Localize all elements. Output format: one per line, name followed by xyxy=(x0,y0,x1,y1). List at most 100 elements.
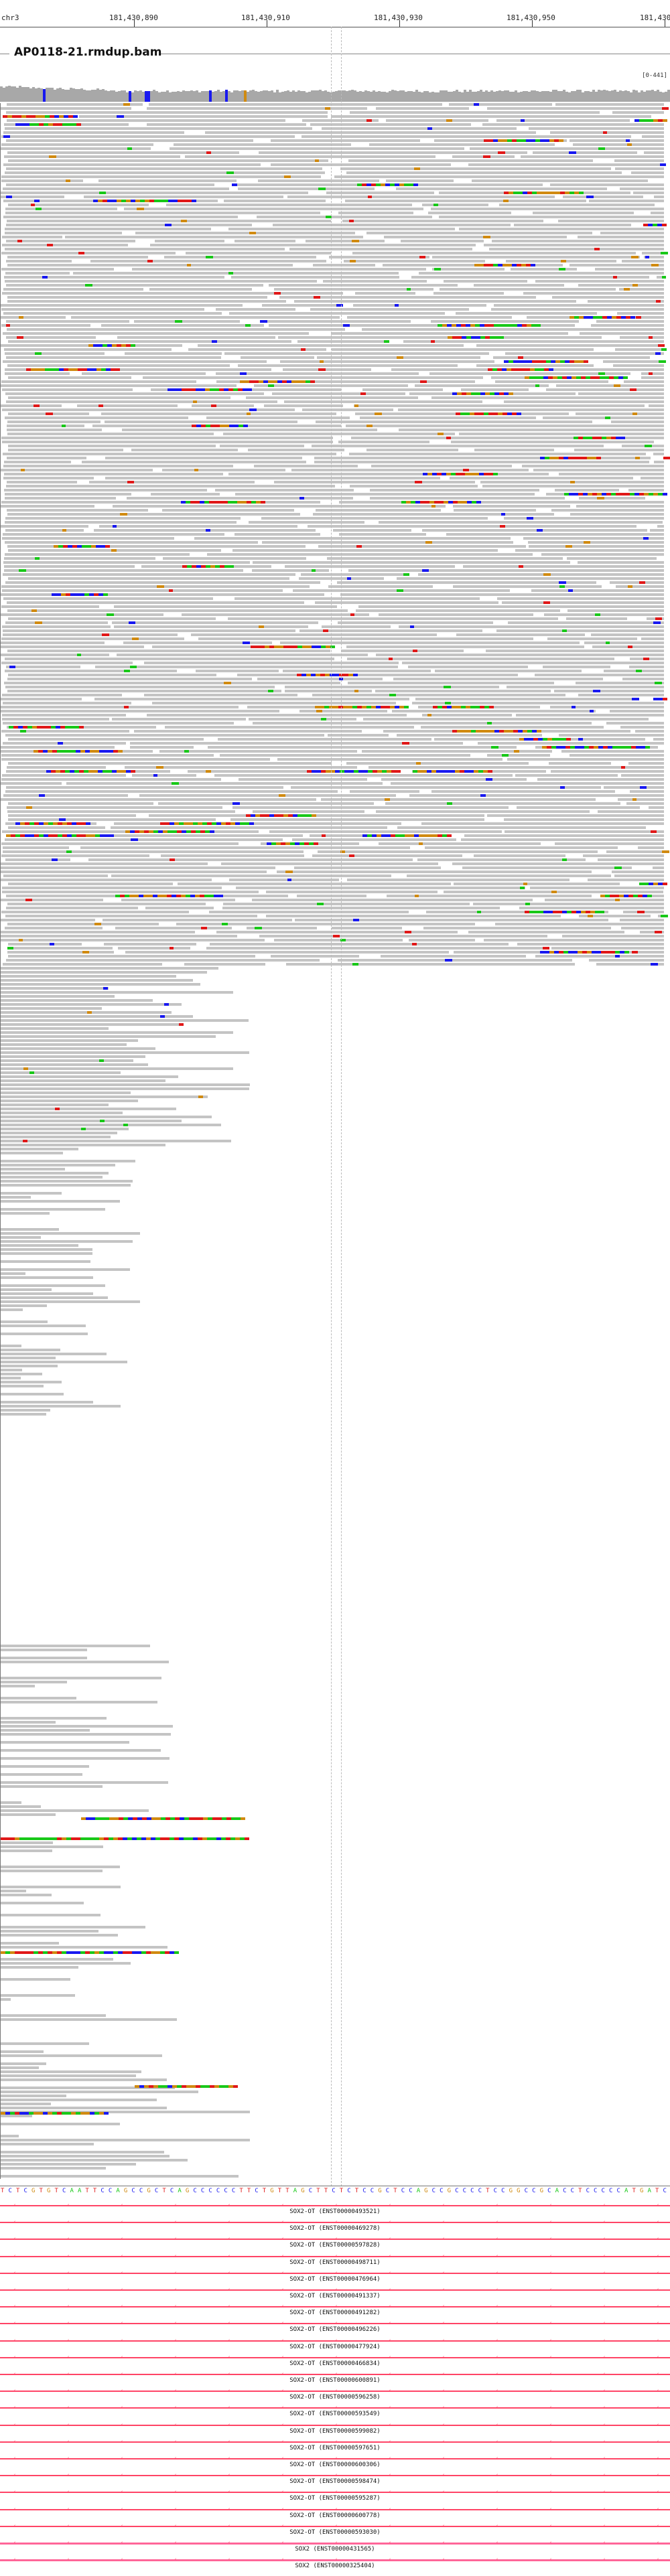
aligned-read[interactable] xyxy=(220,754,470,757)
aligned-read[interactable] xyxy=(5,790,338,793)
aligned-read[interactable] xyxy=(1,1200,120,1203)
aligned-read[interactable] xyxy=(292,838,456,841)
aligned-read[interactable] xyxy=(118,947,190,950)
aligned-read[interactable] xyxy=(1,1304,47,1307)
aligned-read[interactable] xyxy=(7,947,113,950)
aligned-read[interactable] xyxy=(1,1007,102,1010)
aligned-read[interactable] xyxy=(285,565,455,568)
aligned-read[interactable] xyxy=(5,232,122,234)
aligned-read[interactable] xyxy=(130,742,463,745)
aligned-read[interactable] xyxy=(519,907,664,909)
aligned-read[interactable] xyxy=(5,670,177,672)
aligned-read[interactable] xyxy=(5,493,131,496)
aligned-read[interactable] xyxy=(1,1083,250,1086)
aligned-read[interactable] xyxy=(511,268,577,271)
aligned-read[interactable] xyxy=(517,943,664,945)
aligned-read[interactable] xyxy=(3,875,108,877)
aligned-read[interactable] xyxy=(531,589,664,592)
aligned-read[interactable] xyxy=(546,388,664,391)
aligned-read[interactable] xyxy=(1,854,149,857)
aligned-read[interactable] xyxy=(209,911,409,913)
aligned-read[interactable] xyxy=(237,674,518,676)
aligned-read[interactable] xyxy=(350,485,478,487)
aligned-read[interactable] xyxy=(432,268,505,271)
aligned-read[interactable] xyxy=(1,613,163,616)
aligned-read[interactable] xyxy=(1,778,221,781)
aligned-read[interactable] xyxy=(507,758,664,761)
aligned-read[interactable] xyxy=(280,641,580,644)
aligned-read[interactable] xyxy=(612,870,664,873)
aligned-read[interactable] xyxy=(7,806,222,809)
aligned-read[interactable] xyxy=(421,726,604,729)
aligned-read[interactable] xyxy=(1,979,193,982)
aligned-read[interactable] xyxy=(143,376,483,379)
aligned-read[interactable] xyxy=(5,517,241,520)
aligned-read[interactable] xyxy=(1,1998,11,2001)
aligned-read[interactable] xyxy=(563,196,643,198)
aligned-read[interactable] xyxy=(289,248,472,250)
aligned-read[interactable] xyxy=(1,1244,78,1247)
aligned-read[interactable] xyxy=(486,650,664,652)
aligned-read[interactable] xyxy=(446,533,664,536)
aligned-read[interactable] xyxy=(234,597,480,600)
aligned-read[interactable] xyxy=(618,798,664,801)
aligned-read[interactable] xyxy=(7,328,345,331)
aligned-read[interactable] xyxy=(1,252,176,254)
aligned-read[interactable] xyxy=(1,304,243,307)
aligned-read[interactable] xyxy=(1,995,115,998)
aligned-read[interactable] xyxy=(4,155,180,158)
aligned-read[interactable] xyxy=(567,557,657,560)
aligned-read[interactable] xyxy=(641,637,664,640)
aligned-read[interactable] xyxy=(358,605,664,608)
aligned-read[interactable] xyxy=(628,762,664,765)
aligned-read[interactable] xyxy=(283,670,431,672)
aligned-read[interactable] xyxy=(487,107,664,110)
aligned-read[interactable] xyxy=(6,139,253,142)
aligned-read[interactable] xyxy=(401,240,484,242)
aligned-read[interactable] xyxy=(1,2091,198,2093)
aligned-read[interactable] xyxy=(1,1946,168,1949)
aligned-read[interactable] xyxy=(1,1353,107,1355)
aligned-read[interactable] xyxy=(8,802,153,805)
aligned-read[interactable] xyxy=(8,617,216,620)
aligned-read[interactable] xyxy=(4,565,135,568)
aligned-read[interactable] xyxy=(533,469,664,471)
aligned-read[interactable] xyxy=(4,682,340,684)
aligned-read[interactable] xyxy=(1,1934,118,1937)
aligned-read[interactable] xyxy=(113,505,446,508)
aligned-read[interactable] xyxy=(206,947,543,950)
aligned-read[interactable] xyxy=(650,529,664,532)
aligned-read[interactable] xyxy=(239,778,367,781)
aligned-read[interactable] xyxy=(207,553,533,556)
aligned-read[interactable] xyxy=(626,802,664,805)
aligned-read[interactable] xyxy=(379,613,533,616)
aligned-read[interactable] xyxy=(348,569,664,572)
aligned-read[interactable] xyxy=(1,1365,58,1367)
aligned-read[interactable] xyxy=(1,2062,46,2065)
aligned-read[interactable] xyxy=(1,1276,93,1279)
aligned-read[interactable] xyxy=(125,951,449,954)
aligned-read[interactable] xyxy=(1,662,133,664)
aligned-read[interactable] xyxy=(6,485,335,487)
aligned-read[interactable] xyxy=(1,2155,170,2157)
aligned-read[interactable] xyxy=(1,870,267,873)
aligned-read[interactable] xyxy=(236,887,525,889)
aligned-read[interactable] xyxy=(495,923,664,925)
aligned-read[interactable] xyxy=(99,525,297,528)
aligned-read[interactable] xyxy=(7,766,106,769)
aligned-read[interactable] xyxy=(478,742,664,745)
aligned-read[interactable] xyxy=(1,175,321,178)
aligned-read[interactable] xyxy=(332,348,594,351)
aligned-read[interactable] xyxy=(1,268,114,271)
aligned-read[interactable] xyxy=(346,762,529,765)
aligned-read[interactable] xyxy=(615,167,664,170)
aligned-read[interactable] xyxy=(6,183,214,186)
aligned-read[interactable] xyxy=(589,200,664,202)
aligned-read[interactable] xyxy=(3,453,336,455)
aligned-read[interactable] xyxy=(529,127,664,130)
aligned-read[interactable] xyxy=(535,280,664,283)
aligned-read[interactable] xyxy=(397,734,542,737)
aligned-read[interactable] xyxy=(654,196,664,198)
aligned-read[interactable] xyxy=(1,1966,78,1969)
aligned-read[interactable] xyxy=(621,774,664,777)
